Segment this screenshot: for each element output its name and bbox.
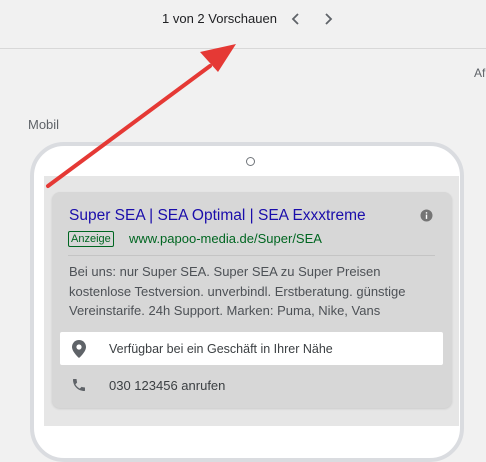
ad-badge: Anzeige	[68, 231, 114, 247]
ad-headline[interactable]: Super SEA | SEA Optimal | SEA Exxxtreme	[69, 207, 366, 225]
phone-camera-icon	[246, 157, 255, 166]
clipped-label: Af	[474, 66, 486, 80]
chevron-left-icon	[291, 13, 299, 25]
chevron-right-icon	[325, 13, 333, 25]
location-extension-text: Verfügbar bei ein Geschäft in Ihrer Nähe	[109, 342, 333, 356]
location-pin-icon	[72, 340, 86, 358]
ad-display-url[interactable]: www.papoo-media.de/Super/SEA	[129, 231, 322, 246]
info-icon[interactable]	[420, 209, 433, 222]
ad-divider	[68, 255, 435, 256]
phone-icon	[73, 379, 85, 391]
previous-preview-button[interactable]	[286, 9, 306, 29]
preview-counter: 1 von 2 Vorschauen	[162, 11, 277, 26]
ad-description: Bei uns: nur Super SEA. Super SEA zu Sup…	[69, 264, 406, 318]
next-preview-button[interactable]	[318, 9, 338, 29]
device-section-label: Mobil	[28, 117, 60, 132]
call-extension-text: 030 123456 anrufen	[109, 378, 226, 393]
